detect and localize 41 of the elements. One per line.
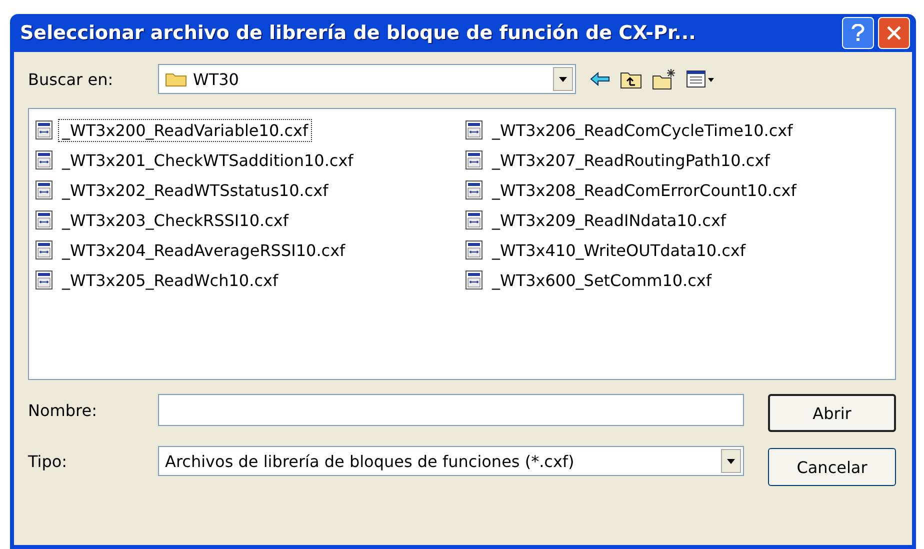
- look-in-dropdown[interactable]: WT30: [158, 64, 576, 94]
- file-icon: [465, 180, 483, 200]
- file-icon: [35, 150, 53, 170]
- new-folder-icon[interactable]: [652, 68, 676, 90]
- file-icon: [465, 150, 483, 170]
- file-item[interactable]: _WT3x410_WriteOUTdata10.cxf: [465, 235, 889, 265]
- dropdown-arrow-icon[interactable]: [559, 76, 567, 82]
- file-item[interactable]: _WT3x209_ReadINdata10.cxf: [465, 205, 889, 235]
- file-item[interactable]: _WT3x206_ReadComCycleTime10.cxf: [465, 115, 889, 145]
- file-item[interactable]: _WT3x203_CheckRSSI10.cxf: [35, 205, 465, 235]
- file-item[interactable]: _WT3x200_ReadVariable10.cxf: [35, 115, 465, 145]
- file-name-label: Nombre:: [28, 400, 98, 420]
- back-arrow-icon[interactable]: [590, 72, 610, 86]
- help-icon[interactable]: [842, 17, 874, 49]
- file-icon: [465, 120, 483, 140]
- file-name-field[interactable]: [158, 394, 744, 426]
- file-item[interactable]: _WT3x600_SetComm10.cxf: [465, 265, 889, 295]
- file-item[interactable]: _WT3x208_ReadComErrorCount10.cxf: [465, 175, 889, 205]
- file-item[interactable]: _WT3x201_CheckWTSaddition10.cxf: [35, 145, 465, 175]
- file-icon: [35, 210, 53, 230]
- open-button[interactable]: Abrir: [768, 394, 896, 432]
- close-icon[interactable]: [878, 17, 910, 49]
- file-icon: [35, 120, 53, 140]
- file-item[interactable]: _WT3x202_ReadWTSstatus10.cxf: [35, 175, 465, 205]
- file-item[interactable]: _WT3x207_ReadRoutingPath10.cxf: [465, 145, 889, 175]
- file-item[interactable]: _WT3x204_ReadAverageRSSI10.cxf: [35, 235, 465, 265]
- file-item[interactable]: _WT3x205_ReadWch10.cxf: [35, 265, 465, 295]
- file-icon: [465, 270, 483, 290]
- file-type-label: Tipo:: [28, 452, 68, 470]
- dropdown-arrow-icon[interactable]: [727, 458, 735, 464]
- file-icon: [465, 240, 483, 260]
- file-type-dropdown[interactable]: Archivos de librería de bloques de funciones (*.cxf): [158, 446, 744, 476]
- window-title: Seleccionar archivo de librería de bloque de función de CX-Pr...: [20, 22, 697, 44]
- file-icon: [35, 270, 53, 290]
- view-menu-icon[interactable]: [686, 70, 716, 88]
- cancel-button[interactable]: Cancelar: [768, 448, 896, 486]
- file-icon: [35, 180, 53, 200]
- file-icon: [465, 210, 483, 230]
- look-in-label: Buscar en:: [28, 70, 114, 88]
- file-icon: [35, 240, 53, 260]
- folder-icon: [165, 71, 187, 87]
